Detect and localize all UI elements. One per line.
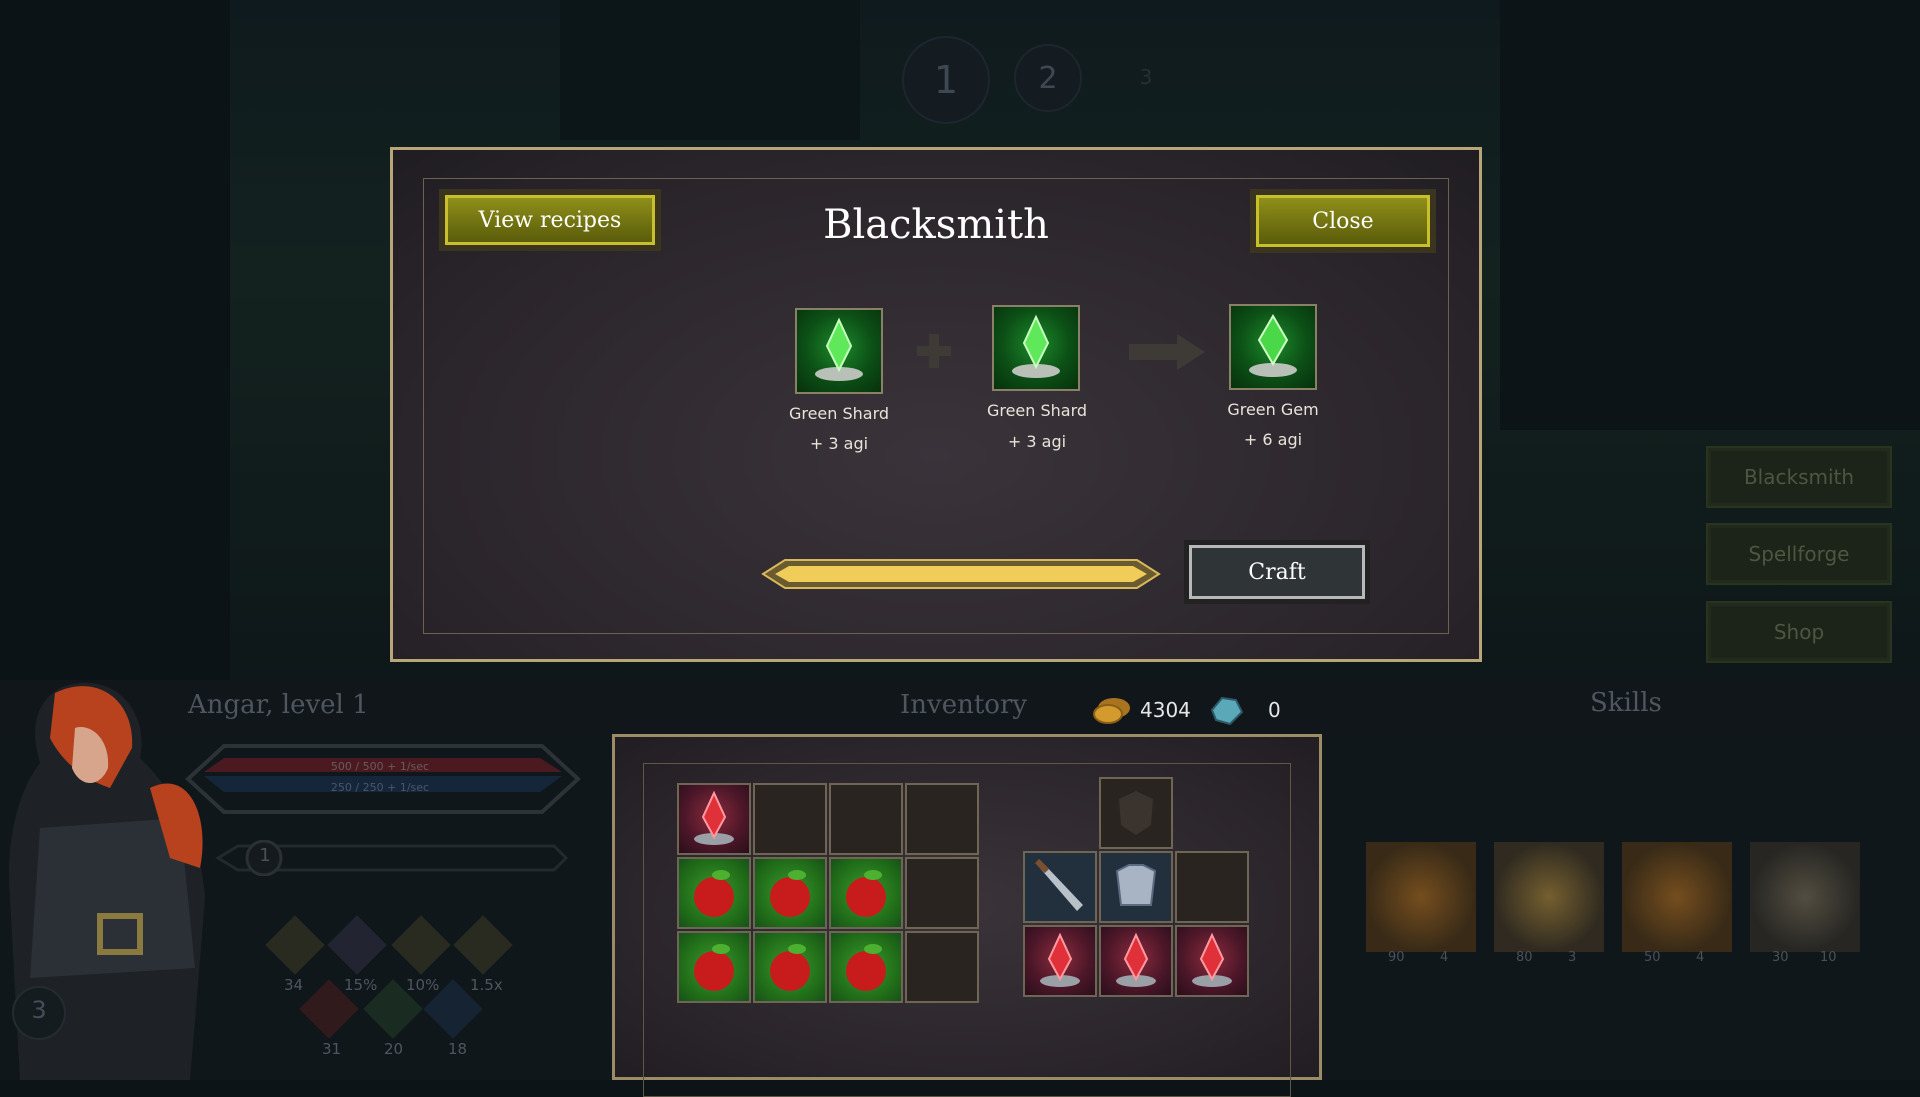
strength-stat-value: 31 <box>322 1040 342 1058</box>
skill-crossed-swords-icon[interactable] <box>1750 842 1860 952</box>
hp-mana-frame-art <box>185 744 581 814</box>
apple-icon <box>694 870 734 917</box>
result-stat: + 6 agi <box>1243 430 1303 449</box>
agility-stat-value: 20 <box>384 1040 404 1058</box>
hp-text: 500 / 500 + 1/sec <box>330 760 430 773</box>
tree-silhouette <box>0 0 230 680</box>
inventory-slot-apple[interactable] <box>677 857 751 929</box>
inventory-slot-apple[interactable] <box>753 931 827 1003</box>
blacksmith-menu-button[interactable]: Blacksmith <box>1706 446 1892 508</box>
inventory-slot-apple[interactable] <box>753 857 827 929</box>
skill-4-secondary: 10 <box>1820 950 1837 965</box>
gold-coin-icon <box>1092 694 1132 726</box>
green-gem-icon <box>1249 314 1297 377</box>
gem-amount: 0 <box>1268 698 1281 722</box>
ingredient-slot-2[interactable] <box>992 305 1080 391</box>
inventory-slot-apple[interactable] <box>677 931 751 1003</box>
crit-chance-stat-value: 10% <box>406 976 440 994</box>
ingredient-1-name: Green Shard <box>788 404 890 423</box>
stage-indicator-2: 2 <box>1014 44 1082 112</box>
skill-armor-icon[interactable] <box>1366 842 1476 952</box>
equip-slot-empty[interactable] <box>1175 851 1249 923</box>
ingredient-1-stat: + 3 agi <box>809 434 869 453</box>
result-name: Green Gem <box>1227 400 1319 419</box>
damage-stat-value: 34 <box>284 976 304 994</box>
blacksmith-modal: View recipes Blacksmith Close Green Shar… <box>390 147 1482 662</box>
intellect-stat-value: 18 <box>448 1040 468 1058</box>
skill-3-secondary: 4 <box>1696 950 1705 965</box>
inventory-slot-empty[interactable] <box>753 783 827 855</box>
green-shard-icon <box>815 317 863 381</box>
red-crystal-icon <box>1192 932 1232 987</box>
gem-currency-icon <box>1206 694 1246 726</box>
tree-silhouette <box>1500 0 1920 430</box>
red-crystal-icon <box>1040 932 1080 987</box>
skill-3-value: 50 <box>1644 950 1661 965</box>
helmet-placeholder-icon <box>1119 791 1153 835</box>
result-slot <box>1229 304 1317 390</box>
inventory-slot-apple[interactable] <box>829 857 903 929</box>
skill-spear-icon[interactable] <box>1494 842 1604 952</box>
apple-icon <box>846 870 886 917</box>
ingredient-2-name: Green Shard <box>986 401 1088 420</box>
skill-4-value: 30 <box>1772 950 1789 965</box>
ingredient-2-stat: + 3 agi <box>1007 432 1067 451</box>
green-shard-icon <box>1012 314 1060 378</box>
apple-icon <box>846 944 886 991</box>
hero-name: Angar, level 1 <box>188 690 369 720</box>
plus-icon <box>913 330 955 372</box>
inventory-slot-empty[interactable] <box>829 783 903 855</box>
equip-slot-weapon[interactable] <box>1023 851 1097 923</box>
craft-progress-art <box>761 559 1161 589</box>
arrow-right-icon <box>1127 330 1207 374</box>
apple-icon <box>770 944 810 991</box>
inventory-slot-empty[interactable] <box>905 857 979 929</box>
equip-slot-helmet[interactable] <box>1099 777 1173 849</box>
skill-dagger-icon[interactable] <box>1622 842 1732 952</box>
skill-1-secondary: 4 <box>1440 950 1449 965</box>
skills-label: Skills <box>1590 688 1662 718</box>
hp-mana-frame <box>180 742 586 816</box>
chest-armor-icon <box>1115 864 1157 906</box>
apple-icon <box>694 944 734 991</box>
inventory-label: Inventory <box>900 690 1028 720</box>
ingredient-slot-1[interactable] <box>795 308 883 394</box>
equip-slot-red-crystal[interactable] <box>1175 925 1249 997</box>
tree-silhouette <box>560 0 860 140</box>
inventory-slot-apple[interactable] <box>829 931 903 1003</box>
gem-currency-art <box>1210 696 1244 726</box>
equip-slot-red-crystal[interactable] <box>1099 925 1173 997</box>
crit-damage-stat-value: 1.5x <box>470 976 503 994</box>
arrow-right-art <box>1129 334 1205 370</box>
red-crystal-icon <box>1116 932 1156 987</box>
plus-icon-art <box>917 334 951 368</box>
skill-1-value: 90 <box>1388 950 1405 965</box>
skill-2-value: 80 <box>1516 950 1533 965</box>
apple-icon <box>770 870 810 917</box>
shop-menu-button[interactable]: Shop <box>1706 601 1892 663</box>
spellforge-menu-button[interactable]: Spellforge <box>1706 523 1892 585</box>
red-crystal-icon <box>694 790 734 845</box>
gold-coin-art <box>1093 698 1130 724</box>
portrait-level-text: 3 <box>31 996 47 1024</box>
xp-level-text: 1 <box>259 845 271 866</box>
equip-slot-red-crystal[interactable] <box>1023 925 1097 997</box>
equip-slot-armor[interactable] <box>1099 851 1173 923</box>
inventory-slot-empty[interactable] <box>905 931 979 1003</box>
inventory-slot-empty[interactable] <box>905 783 979 855</box>
mana-text: 250 / 250 + 1/sec <box>330 781 430 794</box>
gold-amount: 4304 <box>1140 698 1191 722</box>
armor-stat-value: 15% <box>344 976 378 994</box>
stage-indicator-1: 1 <box>902 36 990 124</box>
inventory-panel <box>612 734 1322 1097</box>
stage-indicator-3: 3 <box>1139 65 1153 89</box>
craft-progress-bar <box>759 556 1163 592</box>
close-button[interactable]: Close <box>1250 189 1436 253</box>
skill-2-secondary: 3 <box>1568 950 1577 965</box>
sword-icon <box>1034 858 1083 911</box>
craft-button[interactable]: Craft <box>1184 540 1370 604</box>
inventory-slot-red-crystal[interactable] <box>677 783 751 855</box>
